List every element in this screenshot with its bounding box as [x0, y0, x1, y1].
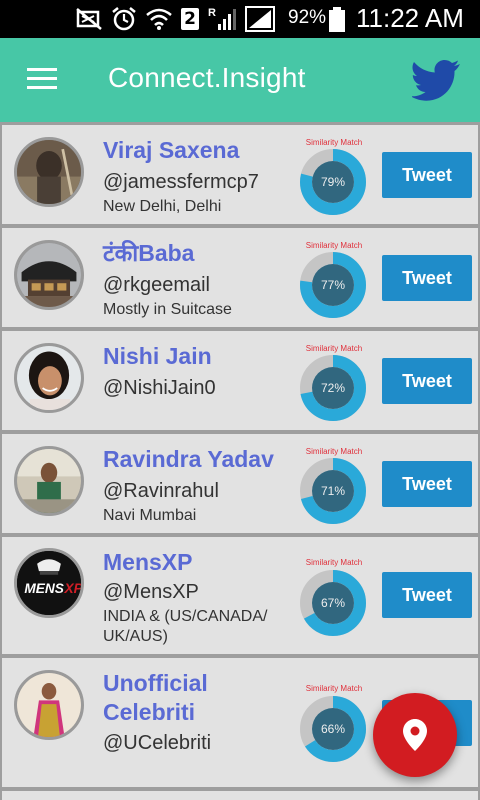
similarity-percent: 79%	[320, 175, 346, 189]
wifi-icon	[146, 8, 172, 30]
user-location-line-1: INDIA & (US/CANADA/	[103, 608, 268, 625]
user-location: Navi Mumbai	[103, 507, 197, 524]
user-name[interactable]: MensXP	[103, 548, 192, 576]
location-fab-button[interactable]	[373, 693, 457, 777]
user-name[interactable]: Ravindra Yadav	[103, 445, 274, 473]
svg-text:R: R	[208, 7, 216, 19]
battery-percent: 92%	[288, 7, 327, 28]
svg-text:MENS: MENS	[24, 581, 64, 596]
twitter-bird-icon[interactable]	[412, 58, 462, 102]
user-name-line-2[interactable]: Celebriti	[103, 698, 195, 726]
location-pin-icon	[403, 719, 427, 751]
user-name-line-1[interactable]: Unofficial	[103, 669, 208, 697]
tweet-button[interactable]: Tweet	[382, 152, 472, 198]
no-notifications-icon	[76, 8, 102, 30]
user-card: टंकीBaba @rkgeemail Mostly in Suitcase S…	[2, 228, 478, 327]
similarity-percent: 77%	[320, 278, 346, 292]
user-name[interactable]: टंकीBaba	[103, 239, 194, 267]
menu-icon[interactable]	[27, 68, 57, 92]
tweet-button[interactable]: Tweet	[382, 358, 472, 404]
tweet-button[interactable]: Tweet	[382, 572, 472, 618]
avatar	[14, 240, 84, 310]
avatar	[14, 446, 84, 516]
user-handle: @MensXP	[103, 581, 199, 603]
user-handle: @rkgeemail	[103, 274, 211, 296]
app-title: Connect.Insight	[108, 62, 306, 93]
roaming-signal-icon: R	[208, 7, 236, 30]
status-icons: 2 R	[76, 5, 275, 33]
sim-2-icon: 2	[181, 8, 199, 30]
avatar	[14, 343, 84, 413]
user-card: Viraj Saxena @jamessfermcp7 New Delhi, D…	[2, 125, 478, 224]
similarity-label: Similarity Match	[305, 241, 363, 250]
status-bar: 2 R 92% 11:22 AM	[0, 0, 480, 38]
user-card	[2, 791, 478, 800]
user-handle: @Ravinrahul	[103, 480, 219, 502]
similarity-percent: 71%	[320, 484, 346, 498]
avatar	[14, 137, 84, 207]
tweet-button[interactable]: Tweet	[382, 255, 472, 301]
user-card: Nishi Jain @NishiJain0 Similarity Match …	[2, 331, 478, 430]
user-card: Ravindra Yadav @Ravinrahul Navi Mumbai S…	[2, 434, 478, 533]
user-handle: @UCelebriti	[103, 732, 212, 754]
clock: 11:22 AM	[356, 3, 464, 33]
user-name[interactable]: Nishi Jain	[103, 342, 212, 370]
similarity-percent: 67%	[320, 596, 346, 610]
user-location-line-2: UK/AUS)	[103, 628, 168, 645]
signal-icon	[245, 6, 275, 32]
battery-icon	[329, 7, 345, 32]
svg-text:XP: XP	[64, 581, 81, 596]
user-card: MENS XP MensXP @MensXP INDIA & (US/CANAD…	[2, 537, 478, 654]
alarm-icon	[112, 7, 136, 31]
similarity-label: Similarity Match	[305, 344, 363, 353]
similarity-percent: 66%	[320, 722, 346, 736]
similarity-label: Similarity Match	[305, 447, 363, 456]
user-location: Mostly in Suitcase	[103, 301, 232, 318]
tweet-button[interactable]: Tweet	[382, 461, 472, 507]
similarity-label: Similarity Match	[305, 558, 363, 567]
avatar	[14, 670, 84, 740]
similarity-percent: 72%	[320, 381, 346, 395]
app-bar: Connect.Insight	[0, 38, 480, 122]
user-location: New Delhi, Delhi	[103, 198, 222, 215]
avatar: MENS XP	[14, 548, 84, 618]
user-handle: @jamessfermcp7	[103, 171, 259, 193]
similarity-label: Similarity Match	[305, 684, 363, 693]
similarity-label: Similarity Match	[305, 138, 363, 147]
user-handle: @NishiJain0	[103, 377, 216, 399]
user-name[interactable]: Viraj Saxena	[103, 136, 239, 164]
